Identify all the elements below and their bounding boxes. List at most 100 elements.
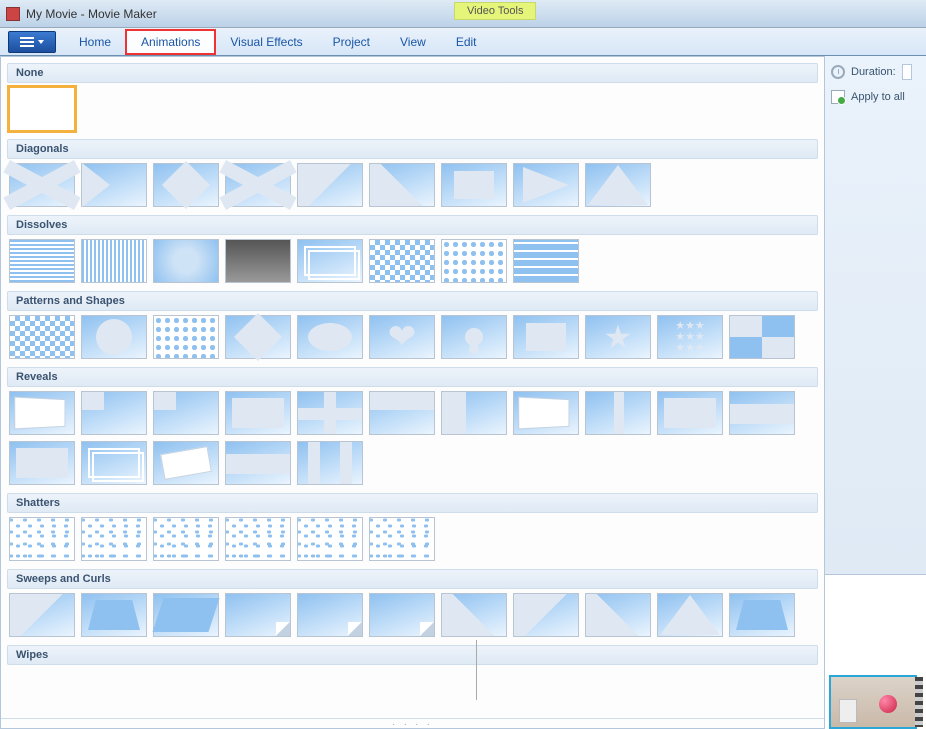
- category-header-dissolves: Dissolves: [7, 215, 818, 235]
- transition-thumb-pat-star[interactable]: [585, 315, 651, 359]
- category-header-wipes: Wipes: [7, 645, 818, 665]
- transition-thumb-pat-rect[interactable]: [513, 315, 579, 359]
- clip-object-icon: [839, 699, 857, 723]
- transition-thumb-swp-6[interactable]: [369, 593, 435, 637]
- timeline-clip[interactable]: [829, 675, 917, 729]
- tab-home[interactable]: Home: [64, 30, 126, 54]
- apply-all-row[interactable]: Apply to all: [831, 90, 920, 104]
- transition-thumb-swp-8[interactable]: [513, 593, 579, 637]
- transition-thumb-diag-down-left[interactable]: [369, 163, 435, 207]
- duration-icon: [831, 65, 845, 79]
- thumb-pattern-icon: [10, 316, 74, 358]
- thumb-pattern-icon: [730, 316, 794, 358]
- transition-thumb-pat-checker[interactable]: [9, 315, 75, 359]
- transition-thumb-diag-cross[interactable]: [225, 163, 291, 207]
- tab-edit[interactable]: Edit: [441, 30, 492, 54]
- transition-thumb-dis-dissolve[interactable]: [441, 239, 507, 283]
- category-row-patterns: [7, 315, 818, 359]
- tab-project[interactable]: Project: [318, 30, 385, 54]
- thumb-pattern-icon: [370, 594, 434, 636]
- thumb-pattern-icon: [442, 594, 506, 636]
- thumb-pattern-icon: [154, 518, 218, 560]
- transition-thumb-swp-4[interactable]: [225, 593, 291, 637]
- transition-thumb-pat-circles[interactable]: [153, 315, 219, 359]
- tab-animations[interactable]: Animations: [126, 30, 215, 54]
- transition-thumb-dis-blur[interactable]: [153, 239, 219, 283]
- transition-thumb-swp-5[interactable]: [297, 593, 363, 637]
- context-tab-video-tools[interactable]: Video Tools: [454, 2, 536, 20]
- transition-thumb-diag-down-right[interactable]: [297, 163, 363, 207]
- gallery-scroll[interactable]: NoneDiagonalsDissolvesPatterns and Shape…: [1, 57, 824, 718]
- thumb-pattern-icon: [586, 392, 650, 434]
- transition-thumb-swp-3[interactable]: [153, 593, 219, 637]
- transition-thumb-pat-pinwheel[interactable]: [729, 315, 795, 359]
- transition-thumb-pat-stars[interactable]: [657, 315, 723, 359]
- transition-thumb-rev-inset2[interactable]: [9, 441, 75, 485]
- transition-thumb-dis-h-blinds[interactable]: [9, 239, 75, 283]
- transition-thumb-rev-split-h[interactable]: [369, 391, 435, 435]
- transition-thumb-sha-3[interactable]: [153, 517, 219, 561]
- transition-thumb-swp-1[interactable]: [9, 593, 75, 637]
- transition-thumb-pat-circle[interactable]: [81, 315, 147, 359]
- transition-thumb-pat-oval[interactable]: [297, 315, 363, 359]
- transition-thumb-rev-inset[interactable]: [225, 391, 291, 435]
- transition-thumb-none[interactable]: [9, 87, 75, 131]
- duration-input[interactable]: [902, 64, 912, 80]
- category-row-reveals: [7, 391, 818, 485]
- thumb-pattern-icon: [226, 442, 290, 484]
- transition-thumb-sha-5[interactable]: [297, 517, 363, 561]
- transition-thumb-rev-bars-h[interactable]: [729, 391, 795, 435]
- transition-thumb-pat-heart[interactable]: [369, 315, 435, 359]
- transition-thumb-diag-diamond[interactable]: [153, 163, 219, 207]
- transition-thumb-diag-triangle-up[interactable]: [585, 163, 651, 207]
- transition-thumb-rev-inset-tl[interactable]: [153, 391, 219, 435]
- transition-thumb-rev-flip[interactable]: [513, 391, 579, 435]
- thumb-pattern-icon: [226, 594, 290, 636]
- transition-thumb-rev-col[interactable]: [585, 391, 651, 435]
- thumb-pattern-icon: [10, 518, 74, 560]
- transition-thumb-swp-10[interactable]: [657, 593, 723, 637]
- transition-thumb-rev-hbars2[interactable]: [225, 441, 291, 485]
- transition-thumb-diag-bowtie[interactable]: [9, 163, 75, 207]
- transition-thumb-rev-frame2[interactable]: [81, 441, 147, 485]
- thumb-pattern-icon: [298, 518, 362, 560]
- category-row-dissolves: [7, 239, 818, 283]
- transition-thumb-swp-9[interactable]: [585, 593, 651, 637]
- transition-thumb-dis-crossfade[interactable]: [297, 239, 363, 283]
- right-area: Duration: Apply to all: [825, 56, 926, 729]
- category-header-diagonals: Diagonals: [7, 139, 818, 159]
- transition-thumb-rev-frame[interactable]: [657, 391, 723, 435]
- transition-thumb-diag-hourglass[interactable]: [81, 163, 147, 207]
- menu-icon: [20, 37, 34, 47]
- transition-thumb-diag-box-out[interactable]: [441, 163, 507, 207]
- transition-thumb-rev-corner[interactable]: [81, 391, 147, 435]
- transition-thumb-rev-split-v[interactable]: [441, 391, 507, 435]
- transition-thumb-sha-2[interactable]: [81, 517, 147, 561]
- transition-thumb-diag-arrow-left[interactable]: [513, 163, 579, 207]
- resize-grip[interactable]: . . . .: [1, 718, 824, 728]
- thumb-pattern-icon: [154, 392, 218, 434]
- transition-thumb-pat-keyhole[interactable]: [441, 315, 507, 359]
- transition-thumb-dis-bricks[interactable]: [513, 239, 579, 283]
- tab-visual-effects[interactable]: Visual Effects: [215, 30, 317, 54]
- transition-thumb-rev-page-3d[interactable]: [9, 391, 75, 435]
- transition-thumb-swp-2[interactable]: [81, 593, 147, 637]
- transition-thumb-sha-4[interactable]: [225, 517, 291, 561]
- transition-thumb-rev-cross[interactable]: [297, 391, 363, 435]
- transition-thumb-swp-7[interactable]: [441, 593, 507, 637]
- tab-view[interactable]: View: [385, 30, 441, 54]
- transition-thumb-dis-v-blinds[interactable]: [81, 239, 147, 283]
- transition-thumb-dis-pixelate[interactable]: [369, 239, 435, 283]
- transition-thumb-swp-11[interactable]: [729, 593, 795, 637]
- transition-thumb-rev-tilt[interactable]: [153, 441, 219, 485]
- category-row-diagonals: [7, 163, 818, 207]
- apply-all-icon: [831, 90, 845, 104]
- transition-thumb-dis-fade-black[interactable]: [225, 239, 291, 283]
- file-menu-button[interactable]: [8, 31, 56, 53]
- category-header-none: None: [7, 63, 818, 83]
- transition-thumb-sha-6[interactable]: [369, 517, 435, 561]
- transition-thumb-sha-1[interactable]: [9, 517, 75, 561]
- transition-thumb-pat-diamond[interactable]: [225, 315, 291, 359]
- transition-thumb-rev-vbars[interactable]: [297, 441, 363, 485]
- thumb-pattern-icon: [154, 442, 218, 484]
